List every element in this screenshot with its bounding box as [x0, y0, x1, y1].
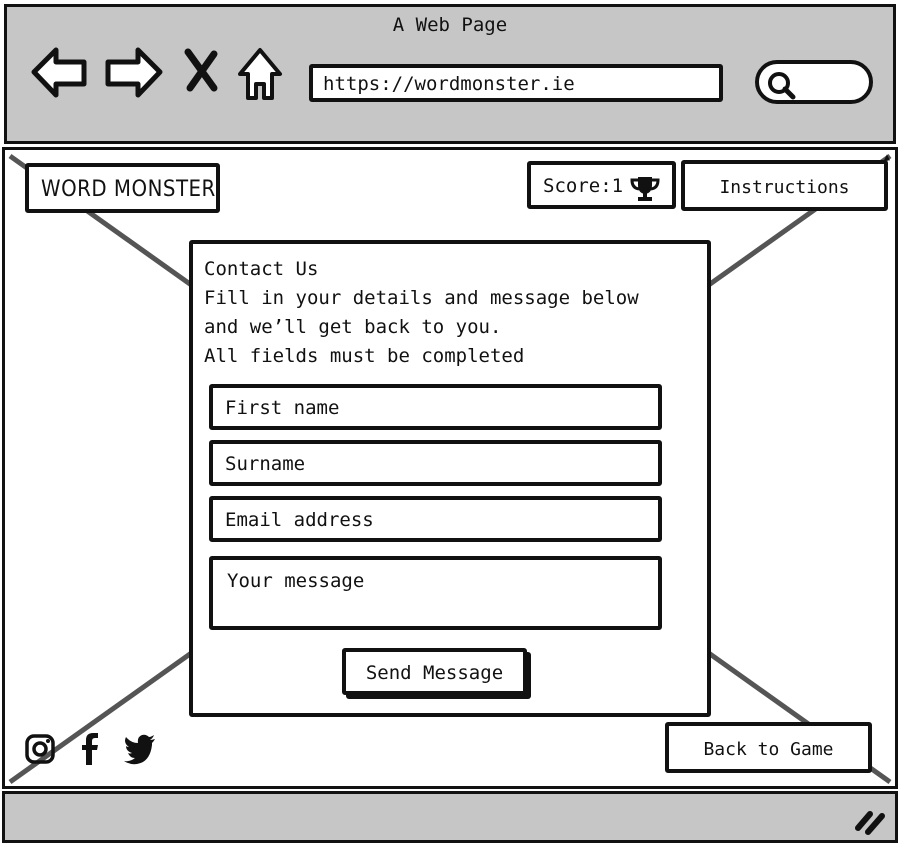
- site-logo[interactable]: WORD MONSTER: [25, 163, 220, 213]
- surname-field[interactable]: Surname: [209, 440, 662, 486]
- twitter-icon[interactable]: [122, 731, 158, 767]
- facebook-icon[interactable]: [72, 731, 108, 767]
- instagram-icon[interactable]: [22, 731, 58, 767]
- contact-line-2: and we’ll get back to you.: [204, 316, 502, 338]
- trophy-icon: [630, 177, 660, 201]
- first-name-field[interactable]: First name: [209, 384, 662, 430]
- first-name-placeholder: First name: [225, 397, 340, 419]
- email-placeholder: Email address: [225, 509, 374, 531]
- message-placeholder: Your message: [227, 570, 365, 592]
- contact-intro: Contact Us Fill in your details and messa…: [204, 255, 639, 371]
- instructions-button[interactable]: Instructions: [681, 160, 888, 211]
- score-display: Score:1: [527, 161, 676, 209]
- email-field[interactable]: Email address: [209, 496, 662, 542]
- contact-line-3: All fields must be completed: [204, 345, 525, 367]
- back-to-game-button[interactable]: Back to Game: [665, 722, 872, 773]
- score-label: Score:1: [543, 175, 624, 197]
- send-message-button[interactable]: Send Message: [342, 648, 527, 695]
- contact-line-1: Fill in your details and message below: [204, 287, 639, 309]
- resize-grip-icon[interactable]: [852, 806, 888, 836]
- message-field[interactable]: Your message: [209, 556, 662, 630]
- surname-placeholder: Surname: [225, 453, 306, 475]
- browser-status-bar: [2, 791, 898, 843]
- contact-title: Contact Us: [204, 258, 319, 280]
